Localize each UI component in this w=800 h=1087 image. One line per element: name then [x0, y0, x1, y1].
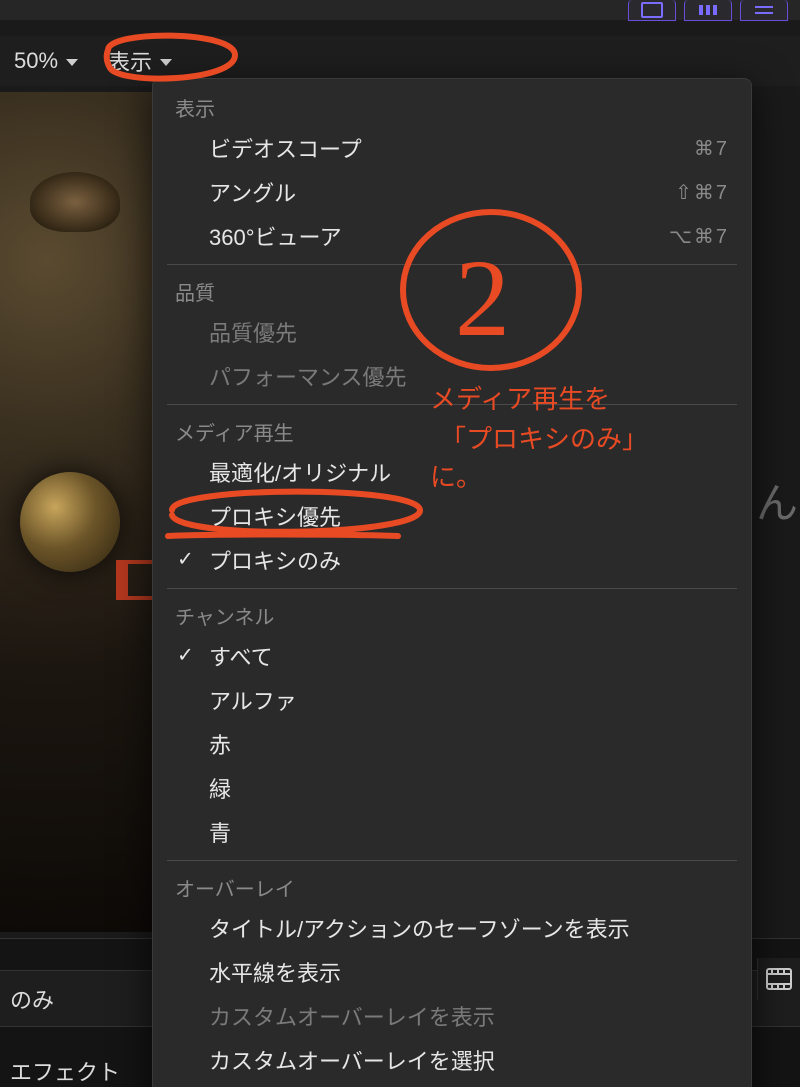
chevron-down-icon: [66, 59, 78, 66]
check-icon: ✓: [177, 546, 194, 571]
menu-item: カスタムオーバーレイを表示: [153, 994, 751, 1038]
menu-item[interactable]: プロキシ優先: [153, 494, 751, 538]
menu-section-header: メディア再生: [153, 411, 751, 450]
panel-rect-button[interactable]: [628, 0, 676, 21]
menu-item-label: パフォーマンス優先: [209, 360, 407, 392]
menu-item-label: 360°ビューア: [209, 220, 342, 252]
menu-item[interactable]: カスタムオーバーレイを選択: [153, 1038, 751, 1082]
menu-item-shortcut: ⇧⌘7: [675, 180, 729, 205]
menu-divider: [167, 860, 737, 861]
menu-section-header: オーバーレイ: [153, 867, 751, 906]
bottom-strip-2-label: のみ: [10, 983, 54, 1015]
menu-item[interactable]: 緑: [153, 766, 751, 810]
menu-item-label: 品質優先: [209, 316, 297, 348]
menu-item-shortcut: ⌘7: [694, 136, 729, 161]
menu-item-label: ビデオスコープ: [209, 132, 362, 164]
menu-item-label: 青: [209, 816, 231, 848]
menu-item[interactable]: ✓ プロキシのみ: [153, 538, 751, 582]
display-dropdown[interactable]: 表示: [98, 41, 182, 81]
zoom-label: 50%: [14, 48, 58, 74]
hue-marker: [116, 560, 155, 600]
menu-item-label: 緑: [209, 772, 231, 804]
truncated-text: ん: [756, 470, 798, 531]
zoom-dropdown[interactable]: 50%: [4, 44, 88, 78]
menu-item[interactable]: タイトル/アクションのセーフゾーンを表示: [153, 906, 751, 950]
video-preview[interactable]: [0, 92, 155, 932]
menu-item[interactable]: 赤: [153, 722, 751, 766]
menu-divider: [167, 264, 737, 265]
menu-item[interactable]: ビデオスコープ ⌘7: [153, 126, 751, 170]
menu-item-label: カスタムオーバーレイを選択: [209, 1044, 495, 1076]
panel-buttons: [628, 0, 788, 21]
menu-item-label: すべて: [209, 640, 273, 672]
menu-item[interactable]: ✓ すべて: [153, 634, 751, 678]
menu-item-shortcut: ⌥⌘7: [669, 224, 729, 249]
menu-item[interactable]: 水平線を表示: [153, 950, 751, 994]
display-menu: 表示ビデオスコープ ⌘7 アングル ⇧⌘7 360°ビューア ⌥⌘7 品質品質優先パフォーマ…: [152, 78, 752, 1087]
menu-item[interactable]: 青: [153, 810, 751, 854]
menu-section-header: チャンネル: [153, 595, 751, 634]
menu-item[interactable]: アルファ: [153, 678, 751, 722]
panel-sliders-button[interactable]: [740, 0, 788, 21]
menu-item-label: カスタムオーバーレイを表示: [209, 1000, 495, 1032]
filmstrip-icon[interactable]: [757, 958, 800, 1000]
check-icon: ✓: [177, 642, 194, 667]
menu-item-label: プロキシのみ: [209, 544, 341, 576]
menu-item-label: 水平線を表示: [209, 956, 341, 988]
menu-divider: [167, 404, 737, 405]
menu-item-label: タイトル/アクションのセーフゾーンを表示: [209, 912, 630, 944]
menu-item: 品質優先: [153, 310, 751, 354]
menu-item[interactable]: 最適化/オリジナル: [153, 450, 751, 494]
menu-divider: [167, 588, 737, 589]
menu-item[interactable]: 360°ビューア ⌥⌘7: [153, 214, 751, 258]
menu-item[interactable]: アングル ⇧⌘7: [153, 170, 751, 214]
menu-item-label: アルファ: [209, 684, 297, 716]
menu-item-label: アングル: [209, 176, 296, 208]
menu-item-label: 最適化/オリジナル: [209, 456, 391, 488]
display-label: 表示: [108, 45, 152, 77]
menu-item-label: 赤: [209, 728, 231, 760]
chevron-down-icon: [160, 59, 172, 66]
bottom-strip-4-label: エフェクト: [10, 1055, 120, 1087]
menu-item-label: プロキシ優先: [209, 500, 341, 532]
menu-item: パフォーマンス優先: [153, 354, 751, 398]
menu-section-header: 品質: [153, 271, 751, 310]
panel-grid-button[interactable]: [684, 0, 732, 21]
menu-section-header: 表示: [153, 87, 751, 126]
